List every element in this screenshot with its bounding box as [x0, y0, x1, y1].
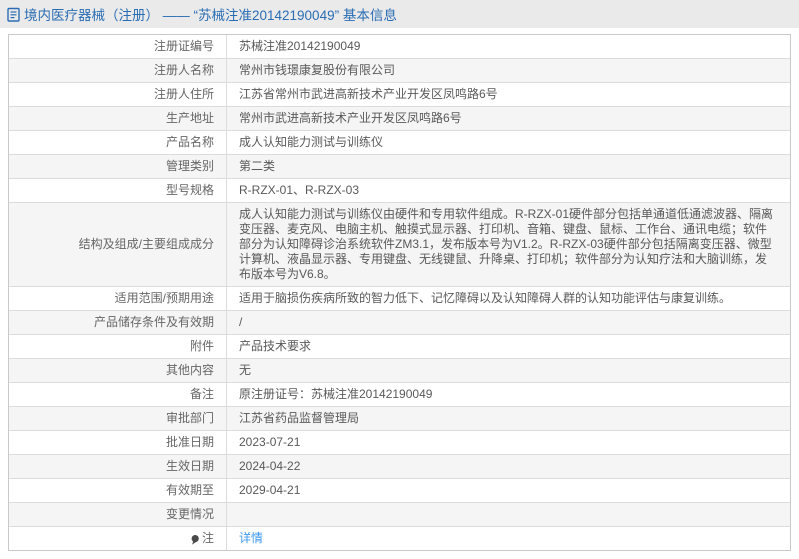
row-value: 第二类: [239, 159, 276, 173]
table-row-certificate-no: 注册证编号 苏械注准20142190049: [9, 35, 790, 58]
row-value: 江苏省药品监督管理局: [239, 411, 360, 425]
table-row-registrant-name: 注册人名称 常州市钱璟康复股份有限公司: [9, 58, 790, 82]
page-title-bar: 境内医疗器械（注册） —— “苏械注准20142190049” 基本信息: [0, 0, 799, 28]
row-value: 2024-04-22: [239, 459, 301, 473]
row-value: 产品技术要求: [239, 339, 312, 353]
row-value: R-RZX-01、R-RZX-03: [239, 183, 360, 197]
row-label: 生产地址: [9, 107, 227, 130]
row-value: 原注册证号：苏械注准20142190049: [239, 387, 433, 401]
row-value: 成人认知能力测试与训练仪: [239, 135, 384, 149]
row-value: /: [239, 315, 243, 329]
page-title: 境内医疗器械（注册） —— “苏械注准20142190049” 基本信息: [24, 8, 397, 23]
row-label: 备注: [9, 383, 227, 406]
table-row-model-spec: 型号规格 R-RZX-01、R-RZX-03: [9, 178, 790, 202]
table-row-effective-date: 生效日期 2024-04-22: [9, 454, 790, 478]
row-label: 审批部门: [9, 407, 227, 430]
row-value: [227, 503, 790, 526]
registration-info-table: 注册证编号 苏械注准20142190049 注册人名称 常州市钱璟康复股份有限公…: [8, 34, 791, 551]
row-value: 2029-04-21: [239, 483, 301, 497]
table-row-product-name: 产品名称 成人认知能力测试与训练仪: [9, 130, 790, 154]
table-row-change-status: 变更情况: [9, 502, 790, 526]
note-icon: [190, 534, 200, 546]
table-row-registrant-address: 注册人住所 江苏省常州市武进高新技术产业开发区凤鸣路6号: [9, 82, 790, 106]
table-row-expiry-date: 有效期至 2029-04-21: [9, 478, 790, 502]
row-label: 适用范围/预期用途: [9, 287, 227, 310]
table-row-management-class: 管理类别 第二类: [9, 154, 790, 178]
row-label: 有效期至: [9, 479, 227, 502]
table-row-attachment: 附件 产品技术要求: [9, 334, 790, 358]
detail-link[interactable]: 详情: [239, 531, 263, 545]
row-value: 常州市武进高新技术产业开发区凤鸣路6号: [239, 111, 462, 125]
row-value: 江苏省常州市武进高新技术产业开发区凤鸣路6号: [239, 87, 498, 101]
table-row-composition: 结构及组成/主要组成成分 成人认知能力测试与训练仪由硬件和专用软件组成。R-RZ…: [9, 202, 790, 286]
row-label: 产品储存条件及有效期: [9, 311, 227, 334]
note-label: 注: [201, 531, 214, 545]
row-label: 管理类别: [9, 155, 227, 178]
table-row-other-content: 其他内容 无: [9, 358, 790, 382]
row-value: 苏械注准20142190049: [239, 39, 361, 53]
table-row-note: 注 详情: [9, 526, 790, 550]
table-row-storage-validity: 产品储存条件及有效期 /: [9, 310, 790, 334]
table-row-approval-date: 批准日期 2023-07-21: [9, 430, 790, 454]
row-label: 其他内容: [9, 359, 227, 382]
table-row-production-address: 生产地址 常州市武进高新技术产业开发区凤鸣路6号: [9, 106, 790, 130]
row-value: 2023-07-21: [239, 435, 301, 449]
table-row-remarks: 备注 原注册证号：苏械注准20142190049: [9, 382, 790, 406]
row-label: 注册人住所: [9, 83, 227, 106]
table-row-approval-department: 审批部门 江苏省药品监督管理局: [9, 406, 790, 430]
row-value: 适用于脑损伤疾病所致的智力低下、记忆障碍以及认知障碍人群的认知功能评估与康复训练…: [239, 291, 732, 305]
row-label: 结构及组成/主要组成成分: [9, 203, 227, 286]
row-label: 注: [9, 527, 227, 550]
document-icon: [7, 7, 20, 22]
row-label: 附件: [9, 335, 227, 358]
row-label: 生效日期: [9, 455, 227, 478]
row-value: 常州市钱璟康复股份有限公司: [239, 63, 396, 77]
row-value: 详情: [227, 527, 790, 550]
row-value: 无: [239, 363, 252, 377]
table-row-intended-use: 适用范围/预期用途 适用于脑损伤疾病所致的智力低下、记忆障碍以及认知障碍人群的认…: [9, 286, 790, 310]
row-label: 型号规格: [9, 179, 227, 202]
row-value: 成人认知能力测试与训练仪由硬件和专用软件组成。R-RZX-01硬件部分包括单通道…: [239, 207, 774, 281]
row-label: 注册人名称: [9, 59, 227, 82]
row-label: 注册证编号: [9, 35, 227, 58]
row-label: 变更情况: [9, 503, 227, 526]
row-label: 产品名称: [9, 131, 227, 154]
row-label: 批准日期: [9, 431, 227, 454]
